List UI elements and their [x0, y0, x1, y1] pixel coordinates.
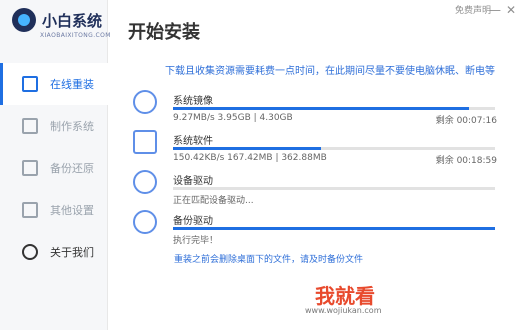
task-list: 系统镜像 9.27MB/s 3.95GB | 4.30GB 剩余 00:07:1… — [133, 85, 499, 246]
backup-icon — [22, 160, 38, 176]
progress-fill — [173, 107, 470, 110]
sidebar-item-make-system[interactable]: 制作系统 — [0, 105, 108, 147]
progress-track — [173, 227, 495, 230]
sidebar: 小白系统 XIAOBAIXITONG.COM 在线重装 制作系统 备份还原 其他… — [0, 0, 110, 330]
sidebar-item-label: 关于我们 — [50, 246, 94, 259]
task-name: 设备驱动 — [173, 176, 213, 187]
task-row: 系统软件 150.42KB/s 167.42MB | 362.88MB 剩余 0… — [133, 125, 499, 166]
task-row: 备份驱动 执行完毕！ — [133, 205, 499, 246]
gear-icon — [133, 170, 157, 194]
app-title: 小白系统 — [42, 12, 103, 30]
task-row: 设备驱动 正在匹配设备驱动... — [133, 165, 499, 206]
warning-tip: 重装之前会删除桌面下的文件，请及时备份文件 — [174, 255, 364, 265]
minimize-button[interactable]: — — [489, 3, 501, 17]
progress-fill — [173, 147, 322, 150]
sidebar-item-label: 其他设置 — [50, 204, 94, 217]
app-subtitle: XIAOBAIXITONG.COM — [40, 32, 111, 39]
progress-track — [173, 187, 495, 190]
close-button[interactable]: ✕ — [506, 3, 516, 17]
watermark-url: www.wojiukan.com — [305, 306, 382, 315]
progress-track — [173, 107, 495, 110]
task-meta: 150.42KB/s 167.42MB | 362.88MB — [173, 153, 327, 163]
task-name: 系统镜像 — [173, 96, 213, 107]
sidebar-nav: 在线重装 制作系统 备份还原 其他设置 关于我们 — [0, 63, 108, 273]
watermark-logo: 我就看 — [315, 284, 375, 308]
settings-icon — [22, 202, 38, 218]
logo-icon — [12, 8, 36, 32]
installer-window: 小白系统 XIAOBAIXITONG.COM 在线重装 制作系统 备份还原 其他… — [0, 0, 521, 330]
task-name: 备份驱动 — [173, 216, 213, 227]
task-meta: 9.27MB/s 3.95GB | 4.30GB — [173, 113, 293, 123]
progress-fill — [173, 227, 495, 230]
sidebar-item-label: 在线重装 — [50, 78, 94, 91]
app-logo: 小白系统 XIAOBAIXITONG.COM — [12, 8, 110, 46]
sidebar-item-online-reinstall[interactable]: 在线重装 — [0, 63, 108, 105]
task-meta: 执行完毕！ — [173, 236, 219, 246]
sidebar-item-label: 制作系统 — [50, 120, 94, 133]
task-name: 系统软件 — [173, 136, 213, 147]
progress-track — [173, 147, 495, 150]
sidebar-item-other-settings[interactable]: 其他设置 — [0, 189, 108, 231]
monitor-icon — [22, 76, 38, 92]
disk-icon — [133, 90, 157, 114]
sidebar-item-about[interactable]: 关于我们 — [0, 231, 108, 273]
sidebar-item-label: 备份还原 — [50, 162, 94, 175]
task-row: 系统镜像 9.27MB/s 3.95GB | 4.30GB 剩余 00:07:1… — [133, 85, 499, 126]
download-notice: 下载且收集资源需要耗费一点时间，在此期间尽量不要使电脑休眠、断电等 — [165, 66, 495, 77]
header: 开始安装 免费声明 — ✕ — [108, 0, 521, 62]
gear-icon — [133, 210, 157, 234]
folder-icon — [133, 130, 157, 154]
disclaimer-link[interactable]: 免费声明 — [455, 3, 491, 16]
usb-icon — [22, 118, 38, 134]
sidebar-item-backup-restore[interactable]: 备份还原 — [0, 147, 108, 189]
page-title: 开始安装 — [128, 22, 200, 43]
info-icon — [22, 244, 38, 260]
